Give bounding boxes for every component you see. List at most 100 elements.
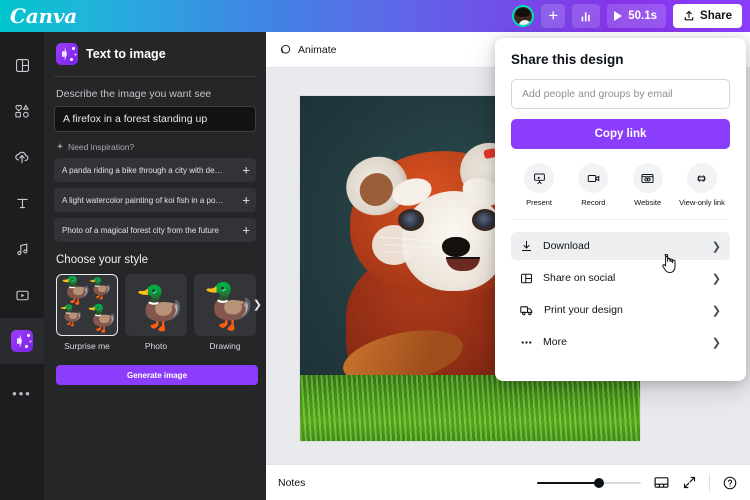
present-projector-icon <box>524 163 554 193</box>
bottom-status-bar: Notes <box>266 464 750 500</box>
share-quick-actions: Present Record Website View-only link <box>513 163 728 220</box>
record-action[interactable]: Record <box>567 163 619 207</box>
duck-emoji: 🦆 <box>202 282 256 331</box>
animate-circles-icon <box>278 43 292 57</box>
sparkle-icon <box>56 143 64 151</box>
inspiration-suggestion-2[interactable]: A light watercolor painting of koi fish … <box>54 188 256 212</box>
sidebar-item-design[interactable] <box>0 42 44 88</box>
notes-button[interactable]: Notes <box>278 477 305 489</box>
style-thumbnail: 🦆 🦆 🦆 🦆 <box>56 274 118 336</box>
inspiration-header: Need inspiration? <box>56 142 254 152</box>
canva-logo[interactable]: Canva <box>10 4 77 28</box>
panda-eye-left <box>398 209 424 231</box>
play-duration-button[interactable]: 50.1s <box>607 4 667 28</box>
sidebar-item-videos[interactable] <box>0 272 44 318</box>
sidebar-item-apps[interactable] <box>0 318 44 364</box>
zoom-slider-handle[interactable] <box>594 477 604 488</box>
style-option-drawing[interactable]: 🦆 Drawing <box>194 274 256 351</box>
share-email-input[interactable] <box>511 79 730 109</box>
panel-header: Text to image <box>54 32 256 77</box>
grass-foreground <box>300 375 640 441</box>
generate-image-button[interactable]: Generate image <box>56 365 258 385</box>
duck-emoji: 🦆 <box>134 284 187 331</box>
style-option-photo[interactable]: 🦆 Photo <box>125 274 187 351</box>
inspiration-label: Need inspiration? <box>68 142 135 152</box>
copy-link-button[interactable]: Copy link <box>511 119 730 149</box>
style-option-label: Surprise me <box>64 341 110 351</box>
view-only-link-label: View-only link <box>679 198 725 207</box>
chevron-right-icon: ❯ <box>711 272 721 285</box>
upload-cloud-icon <box>13 148 31 166</box>
style-option-surprise-me[interactable]: 🦆 🦆 🦆 🦆 Surprise me <box>56 274 118 351</box>
duration-label: 50.1s <box>628 10 658 22</box>
more-dots-icon: ••• <box>12 385 32 401</box>
more-label: More <box>543 336 567 348</box>
duck-emoji: 🦆 <box>86 303 118 333</box>
print-your-design-menu-item[interactable]: Print your design ❯ <box>511 296 730 324</box>
plus-icon[interactable]: + <box>242 164 250 177</box>
sidebar-item-uploads[interactable] <box>0 134 44 180</box>
plus-icon[interactable]: + <box>242 224 250 237</box>
share-social-icon <box>519 271 534 286</box>
record-video-icon <box>578 163 609 193</box>
video-play-icon <box>14 287 31 304</box>
download-menu-item[interactable]: Download ❯ <box>511 232 730 274</box>
chevron-right-icon: ❯ <box>711 240 721 253</box>
panda-cheek <box>372 225 416 265</box>
music-note-icon <box>14 241 31 258</box>
insights-button[interactable] <box>572 4 601 28</box>
text-t-icon <box>14 195 31 212</box>
bottom-bar-divider <box>709 473 710 492</box>
share-on-social-menu-item[interactable]: Share on social ❯ <box>511 264 730 292</box>
prompt-input[interactable] <box>54 106 256 132</box>
panda-nose <box>442 237 470 257</box>
chevron-right-icon: ❯ <box>711 336 721 349</box>
zoom-slider-fill <box>537 481 599 484</box>
inspiration-text: Photo of a magical forest city from the … <box>62 225 219 235</box>
link-chain-icon <box>686 163 717 193</box>
website-action[interactable]: Website <box>622 163 674 207</box>
bottom-bar-controls <box>537 473 738 492</box>
magic-sparkle-icon <box>56 43 78 65</box>
duck-emoji: 🦆 <box>59 305 84 327</box>
help-question-icon[interactable] <box>722 475 738 491</box>
inspiration-suggestion-3[interactable]: Photo of a magical forest city from the … <box>54 218 256 242</box>
share-button-label: Share <box>700 10 732 22</box>
plus-icon[interactable]: + <box>242 194 250 207</box>
more-menu-item[interactable]: More ❯ <box>511 328 730 356</box>
zoom-slider[interactable] <box>537 476 641 490</box>
inspiration-text: A panda riding a bike through a city wit… <box>62 165 224 175</box>
apps-magic-icon <box>11 330 33 352</box>
animate-button[interactable]: Animate <box>278 43 337 57</box>
panel-title: Text to image <box>86 47 166 61</box>
sidebar-item-audio[interactable] <box>0 226 44 272</box>
page-grid-icon[interactable] <box>653 474 670 491</box>
website-label: Website <box>634 198 662 207</box>
prompt-label: Describe the image you want see <box>56 88 212 100</box>
record-label: Record <box>581 198 606 207</box>
style-option-label: Drawing <box>209 341 241 351</box>
download-arrow-icon <box>519 239 534 254</box>
share-popover: Share this design Copy link Present <box>495 38 746 381</box>
style-thumbnail: 🦆 <box>125 274 187 336</box>
style-carousel: 🦆 🦆 🦆 🦆 Surprise me 🦆 Photo 🦆 Drawing ❯ <box>54 274 262 351</box>
design-layout-icon <box>14 57 31 74</box>
chevron-right-icon[interactable]: ❯ <box>253 298 262 311</box>
share-on-social-label: Share on social <box>543 272 616 284</box>
sidebar-item-more[interactable]: ••• <box>0 370 44 416</box>
add-collaborator-button[interactable]: + <box>541 4 566 28</box>
avatar[interactable] <box>512 5 535 27</box>
bar-chart-icon <box>580 10 593 23</box>
inspiration-suggestion-1[interactable]: A panda riding a bike through a city wit… <box>54 158 256 182</box>
top-header-bar: Canva + 50.1s Share <box>0 0 750 32</box>
sidebar-item-text[interactable] <box>0 180 44 226</box>
sidebar-item-elements[interactable] <box>0 88 44 134</box>
view-only-link-action[interactable]: View-only link <box>676 163 728 207</box>
fullscreen-expand-icon[interactable] <box>682 475 697 490</box>
play-icon <box>614 11 623 21</box>
chevron-right-icon: ❯ <box>711 304 721 317</box>
header-actions: + 50.1s Share <box>512 0 750 32</box>
present-action[interactable]: Present <box>513 163 565 207</box>
print-truck-icon <box>519 302 535 318</box>
share-button[interactable]: Share <box>673 4 742 28</box>
